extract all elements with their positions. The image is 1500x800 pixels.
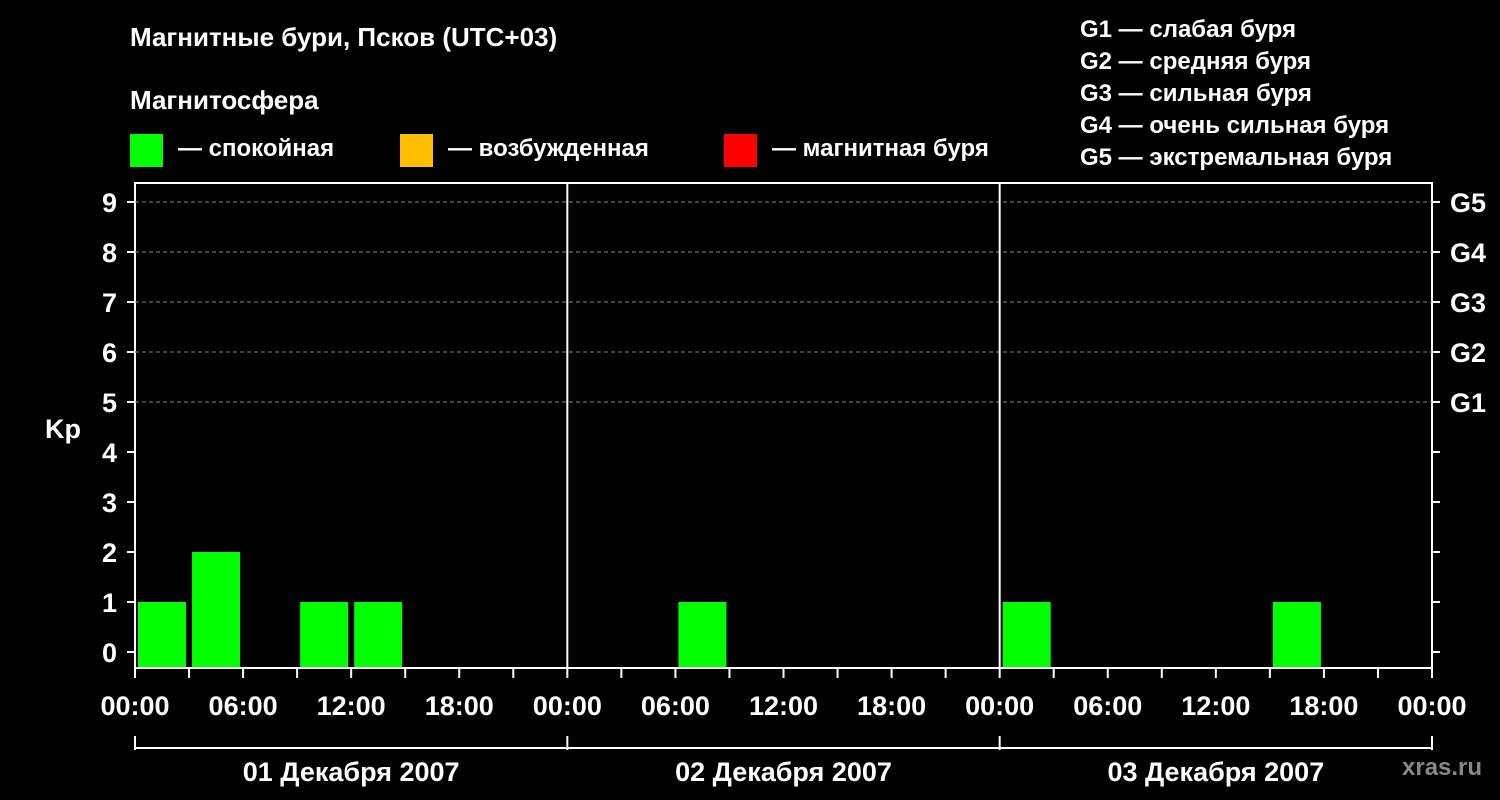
kp-bar [138, 602, 187, 667]
x-tick-label: 12:00 [1181, 691, 1250, 721]
day-label: 01 Декабря 2007 [243, 757, 460, 787]
y-axis-label: Kp [45, 414, 81, 444]
x-tick-label: 00:00 [100, 691, 169, 721]
x-tick-label: 00:00 [965, 691, 1034, 721]
kp-bar [1272, 602, 1321, 667]
y-tick-label: 1 [102, 588, 117, 618]
y-tick-label: 4 [102, 438, 117, 468]
y-tick-label: 9 [102, 188, 117, 218]
x-tick-label: 06:00 [641, 691, 710, 721]
x-tick-label: 12:00 [749, 691, 818, 721]
x-tick-label: 12:00 [317, 691, 386, 721]
day-label: 02 Декабря 2007 [675, 757, 892, 787]
x-tick-label: 18:00 [1289, 691, 1358, 721]
g-scale-label: G2 [1450, 338, 1486, 368]
x-tick-label: 18:00 [425, 691, 494, 721]
g-scale-label: G1 [1450, 388, 1486, 418]
y-tick-label: 2 [102, 538, 117, 568]
x-tick-label: 06:00 [209, 691, 278, 721]
watermark: xras.ru [1402, 754, 1483, 781]
kp-bar [678, 602, 727, 667]
kp-chart: 0 1 2 3 4 5 6 7 8 9 G1 G2 G3 G4 G5 Kp 00:00 06:00 12:00 18:… [45, 182, 1486, 787]
g-scale-label: G5 [1450, 188, 1486, 218]
y-tick-label: 0 [102, 638, 117, 668]
g-scale-label: G3 [1450, 288, 1486, 318]
y-tick-label: 8 [102, 238, 117, 268]
kp-bar [300, 602, 349, 667]
x-tick-label: 00:00 [1397, 691, 1466, 721]
kp-bar [1002, 602, 1051, 667]
y-tick-label: 7 [102, 288, 117, 318]
g-scale-label: G4 [1450, 238, 1486, 268]
x-tick-label: 06:00 [1073, 691, 1142, 721]
y-tick-label: 6 [102, 338, 117, 368]
kp-bar [192, 552, 241, 667]
plot-frame [134, 182, 1433, 669]
y-tick-label: 5 [102, 388, 117, 418]
kp-bar [354, 602, 403, 667]
x-tick-label: 00:00 [533, 691, 602, 721]
y-tick-label: 3 [102, 488, 117, 518]
day-label: 03 Декабря 2007 [1107, 757, 1324, 787]
x-tick-label: 18:00 [857, 691, 926, 721]
